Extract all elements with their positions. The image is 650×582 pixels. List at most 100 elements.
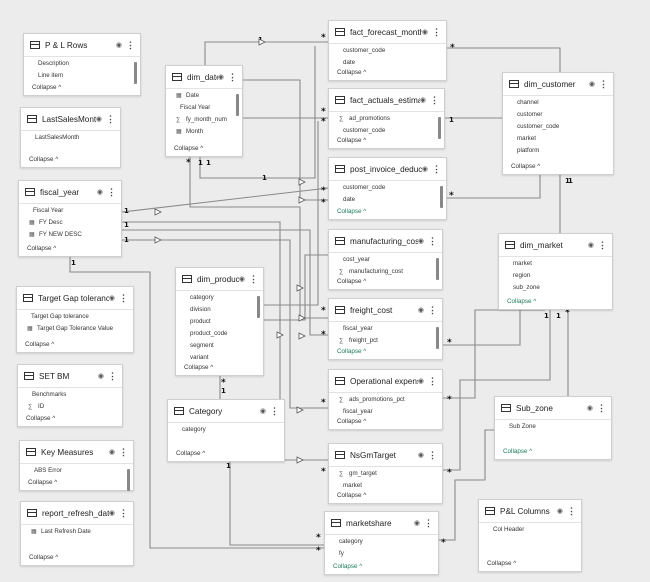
field-row[interactable]: segment bbox=[176, 340, 263, 352]
more-options-icon[interactable]: ⋮ bbox=[107, 187, 116, 198]
table-header[interactable]: dim_date ◉ ⋮ bbox=[166, 66, 242, 89]
field-row[interactable]: ∑ fy_month_num bbox=[166, 114, 242, 126]
collapse-toggle[interactable]: Collapse ^ bbox=[507, 298, 536, 305]
relationship-line[interactable] bbox=[447, 175, 541, 199]
more-options-icon[interactable]: ⋮ bbox=[432, 164, 441, 175]
table-header[interactable]: Key Measures ◉ ⋮ bbox=[20, 441, 133, 464]
collapse-toggle[interactable]: Collapse ^ bbox=[176, 450, 205, 457]
relationship-line[interactable] bbox=[229, 462, 324, 546]
field-row[interactable]: category bbox=[176, 292, 263, 304]
table-card-pl-columns[interactable]: P&L Columns ◉ ⋮ Col Header Collapse ^ bbox=[478, 499, 582, 572]
more-options-icon[interactable]: ⋮ bbox=[119, 508, 128, 519]
eye-icon[interactable]: ◉ bbox=[588, 241, 594, 249]
eye-icon[interactable]: ◉ bbox=[98, 372, 104, 380]
collapse-toggle[interactable]: Collapse ^ bbox=[503, 448, 532, 455]
collapse-toggle[interactable]: Collapse ^ bbox=[337, 418, 366, 425]
field-row[interactable]: customer bbox=[503, 109, 613, 121]
field-row[interactable]: cost_year bbox=[329, 254, 442, 266]
field-row[interactable]: ∑ ads_promotions_pct bbox=[329, 394, 442, 406]
table-card-dim-date[interactable]: dim_date ◉ ⋮ ▦ Date Fiscal Year ∑ fy_month_num ▦… bbox=[165, 65, 243, 157]
eye-icon[interactable]: ◉ bbox=[587, 404, 593, 412]
field-row[interactable]: ▦ Date bbox=[166, 90, 242, 102]
field-row[interactable]: Target Gap tolerance bbox=[17, 311, 133, 323]
field-row[interactable]: Benchmarks bbox=[18, 389, 122, 401]
field-row[interactable]: customer_code bbox=[329, 125, 444, 137]
table-card-report-refresh[interactable]: report_refresh_date ◉ ⋮ ▦ Last Refresh Date C… bbox=[20, 501, 134, 566]
collapse-toggle[interactable]: Collapse ^ bbox=[29, 554, 58, 561]
eye-icon[interactable]: ◉ bbox=[420, 96, 426, 104]
table-header[interactable]: Category ◉ ⋮ bbox=[168, 400, 284, 423]
eye-icon[interactable]: ◉ bbox=[218, 73, 224, 81]
relationship-line[interactable] bbox=[264, 121, 319, 306]
scrollbar[interactable] bbox=[440, 186, 443, 208]
field-row[interactable]: ABS Error bbox=[20, 465, 133, 477]
table-header[interactable]: fact_actuals_estimates◉ ⋮ bbox=[329, 89, 444, 112]
table-card-sub-zone[interactable]: Sub_zone ◉ ⋮ Sub Zone Collapse ^ bbox=[494, 396, 612, 460]
relationship-line[interactable] bbox=[264, 254, 328, 321]
field-row[interactable]: fiscal_year bbox=[329, 323, 442, 335]
table-header[interactable]: fact_forecast_monthly◉ ⋮ bbox=[329, 21, 446, 44]
table-header[interactable]: LastSalesMonth ◉ ⋮ bbox=[21, 108, 120, 131]
eye-icon[interactable]: ◉ bbox=[414, 519, 420, 527]
table-card-key-measures[interactable]: Key Measures ◉ ⋮ ABS Error Collapse ^ bbox=[19, 440, 134, 491]
field-row[interactable]: Description bbox=[24, 58, 140, 70]
field-row[interactable]: ∑ manufacturing_cost bbox=[329, 266, 442, 278]
table-header[interactable]: freight_cost ◉ ⋮ bbox=[329, 299, 442, 322]
more-options-icon[interactable]: ⋮ bbox=[428, 376, 437, 387]
more-options-icon[interactable]: ⋮ bbox=[597, 403, 606, 414]
table-card-set-bm[interactable]: SET BM ◉ ⋮ Benchmarks ∑ ID Collapse ^ bbox=[17, 364, 123, 427]
more-options-icon[interactable]: ⋮ bbox=[432, 27, 441, 38]
field-row[interactable]: market bbox=[499, 258, 612, 270]
eye-icon[interactable]: ◉ bbox=[260, 407, 266, 415]
field-row[interactable]: ∑ ad_promotions bbox=[329, 113, 444, 125]
more-options-icon[interactable]: ⋮ bbox=[430, 95, 439, 106]
field-row[interactable]: Fiscal Year bbox=[19, 205, 121, 217]
collapse-toggle[interactable]: Collapse ^ bbox=[29, 156, 58, 163]
field-row[interactable]: fiscal_year bbox=[329, 406, 442, 418]
table-card-dim-customer[interactable]: dim_customer ◉ ⋮ channel customer customer_co… bbox=[502, 72, 614, 175]
table-header[interactable]: dim_customer ◉ ⋮ bbox=[503, 73, 613, 96]
field-row[interactable]: Col Header bbox=[479, 524, 581, 536]
collapse-toggle[interactable]: Collapse ^ bbox=[337, 137, 366, 144]
field-row[interactable]: customer_code bbox=[329, 182, 446, 194]
table-card-category[interactable]: Category ◉ ⋮ category Collapse ^ bbox=[167, 399, 285, 462]
more-options-icon[interactable]: ⋮ bbox=[424, 518, 433, 529]
scrollbar[interactable] bbox=[236, 94, 239, 116]
scrollbar[interactable] bbox=[257, 296, 260, 318]
more-options-icon[interactable]: ⋮ bbox=[119, 447, 128, 458]
field-row[interactable]: market bbox=[503, 133, 613, 145]
scrollbar[interactable] bbox=[436, 327, 439, 349]
table-header[interactable]: P & L Rows ◉ ⋮ bbox=[24, 34, 140, 57]
more-options-icon[interactable]: ⋮ bbox=[106, 114, 115, 125]
more-options-icon[interactable]: ⋮ bbox=[119, 293, 128, 304]
eye-icon[interactable]: ◉ bbox=[97, 188, 103, 196]
field-row[interactable]: ▦ FY NEW DESC bbox=[19, 229, 121, 241]
table-header[interactable]: dim_product ◉ ⋮ bbox=[176, 268, 263, 291]
table-card-manufacturing[interactable]: manufacturing_cost ◉ ⋮ cost_year ∑ manufactur… bbox=[328, 229, 443, 290]
collapse-toggle[interactable]: Collapse ^ bbox=[26, 415, 55, 422]
relationship-line[interactable] bbox=[243, 79, 328, 201]
more-options-icon[interactable]: ⋮ bbox=[567, 506, 576, 517]
field-row[interactable]: market bbox=[329, 480, 442, 492]
table-header[interactable]: fiscal_year ◉ ⋮ bbox=[19, 181, 121, 204]
eye-icon[interactable]: ◉ bbox=[589, 80, 595, 88]
scrollbar[interactable] bbox=[436, 258, 439, 280]
eye-icon[interactable]: ◉ bbox=[418, 377, 424, 385]
more-options-icon[interactable]: ⋮ bbox=[428, 236, 437, 247]
more-options-icon[interactable]: ⋮ bbox=[108, 371, 117, 382]
eye-icon[interactable]: ◉ bbox=[418, 451, 424, 459]
collapse-toggle[interactable]: Collapse ^ bbox=[337, 208, 366, 215]
field-row[interactable]: ∑ freight_pct bbox=[329, 335, 442, 347]
table-card-last-sales-month[interactable]: LastSalesMonth ◉ ⋮ LastSalesMonth Collapse ^ bbox=[20, 107, 121, 168]
field-row[interactable]: region bbox=[499, 270, 612, 282]
field-row[interactable]: category bbox=[325, 536, 438, 548]
field-row[interactable]: sub_zone bbox=[499, 282, 612, 294]
table-card-fact-forecast[interactable]: fact_forecast_monthly◉ ⋮ customer_codedate… bbox=[328, 20, 447, 81]
table-header[interactable]: Sub_zone ◉ ⋮ bbox=[495, 397, 611, 420]
field-row[interactable]: variant bbox=[176, 352, 263, 364]
collapse-toggle[interactable]: Collapse ^ bbox=[337, 348, 366, 355]
collapse-toggle[interactable]: Collapse ^ bbox=[337, 69, 366, 76]
table-card-nsgm[interactable]: NsGmTarget ◉ ⋮ ∑ gm_target market Collapse ^ bbox=[328, 443, 443, 504]
field-row[interactable]: product_code bbox=[176, 328, 263, 340]
table-card-fact-actuals[interactable]: fact_actuals_estimates◉ ⋮ ∑ ad_promotionscu… bbox=[328, 88, 445, 149]
